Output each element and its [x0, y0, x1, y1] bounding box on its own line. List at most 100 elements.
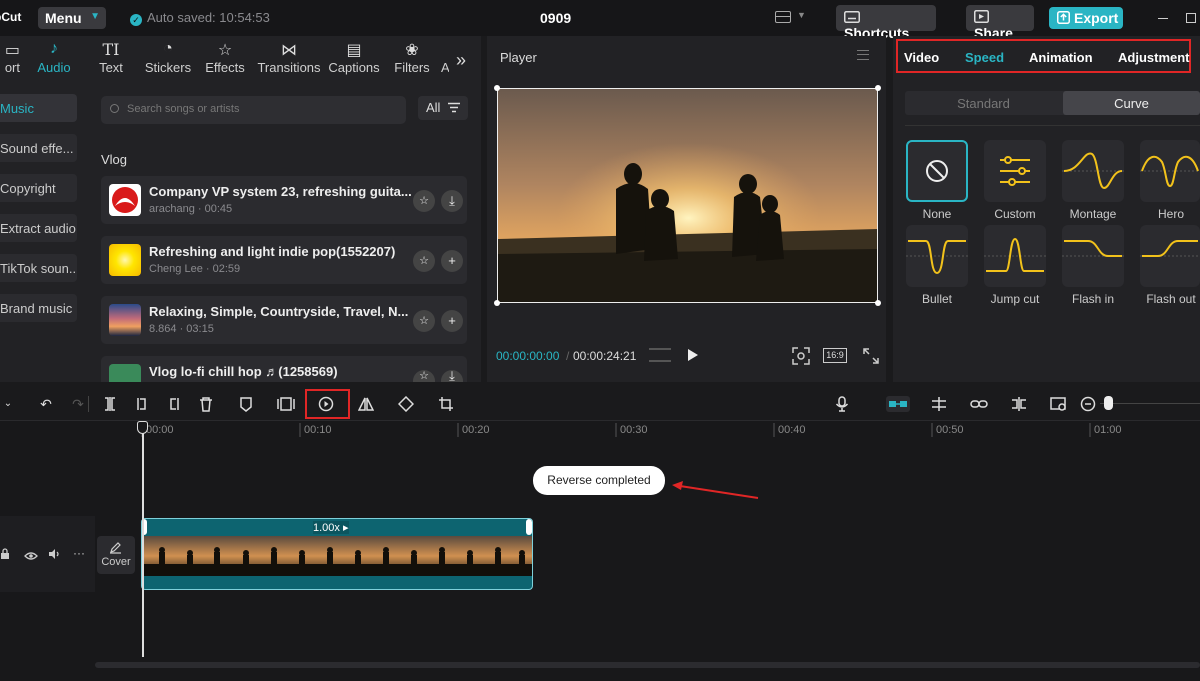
aspect-ratio-button[interactable]: 16:9: [823, 348, 847, 363]
cover-button[interactable]: Cover: [97, 536, 135, 574]
tab-import[interactable]: ▭ ort: [0, 40, 20, 82]
add-icon[interactable]: +: [441, 310, 463, 332]
preset-bullet[interactable]: [906, 225, 968, 287]
standard-mode-button[interactable]: Standard: [905, 91, 1062, 115]
timeline-scrollbar[interactable]: [95, 662, 1200, 668]
fullscreen-fit-icon[interactable]: [792, 347, 810, 365]
zoom-to-fit-icon[interactable]: [1050, 396, 1066, 412]
list-item[interactable]: Relaxing, Simple, Countryside, Travel, N…: [101, 296, 467, 344]
project-name[interactable]: 0909: [540, 10, 571, 26]
tab-video[interactable]: Video: [904, 50, 939, 65]
microphone-icon[interactable]: [834, 396, 850, 412]
delete-icon[interactable]: [198, 396, 214, 412]
sidebar-item-copyright[interactable]: Copyright: [0, 174, 77, 202]
preset-flash-out[interactable]: [1140, 225, 1200, 287]
sidebar-item-brand-music[interactable]: Brand music: [0, 294, 77, 322]
minimize-icon[interactable]: [1158, 18, 1168, 19]
mirror-icon[interactable]: [357, 396, 375, 412]
reverse-icon[interactable]: [318, 396, 334, 412]
share-button[interactable]: Share: [966, 5, 1034, 41]
clip-trim-handle-right[interactable]: [526, 519, 532, 535]
more-options-icon[interactable]: ···: [73, 546, 85, 560]
resize-handle[interactable]: [875, 85, 881, 91]
tab-transitions[interactable]: ⋈ Transitions: [256, 40, 322, 82]
favorite-icon[interactable]: ☆: [413, 370, 435, 382]
fullscreen-icon[interactable]: [863, 348, 879, 364]
filter-button[interactable]: All: [418, 96, 468, 120]
list-item[interactable]: Vlog lo-fi chill hop ♬(1258569) ☆ ⤓: [101, 356, 467, 382]
tab-label: Effects: [205, 60, 245, 75]
play-icon[interactable]: [688, 349, 698, 361]
playhead-handle[interactable]: [137, 421, 148, 434]
split-icon[interactable]: [102, 396, 118, 412]
timeline-view-icon[interactable]: [649, 348, 671, 362]
shortcuts-button[interactable]: Shortcuts: [836, 5, 936, 41]
download-icon[interactable]: ⤓: [441, 369, 463, 382]
sidebar-item-sound-effects[interactable]: Sound effe...: [0, 134, 77, 162]
chevron-down-icon[interactable]: ⌄: [0, 396, 16, 412]
tab-stickers[interactable]: ◔ Stickers: [143, 40, 193, 82]
menu-button[interactable]: Menu ▼: [38, 7, 106, 29]
resize-handle[interactable]: [494, 300, 500, 306]
double-chevron-right-icon[interactable]: »: [456, 50, 466, 71]
chevron-down-icon[interactable]: ▼: [797, 10, 806, 20]
freeze-frame-icon[interactable]: [277, 396, 295, 412]
playhead[interactable]: [142, 424, 144, 657]
zoom-slider-handle[interactable]: [1104, 396, 1113, 410]
maximize-icon[interactable]: [1186, 13, 1196, 23]
tab-more-cut[interactable]: A: [441, 40, 449, 82]
hamburger-menu-icon[interactable]: [857, 50, 869, 60]
auto-snap-icon[interactable]: [930, 396, 946, 412]
preset-jump-cut[interactable]: [984, 225, 1046, 287]
resize-handle[interactable]: [875, 300, 881, 306]
curve-mode-button[interactable]: Curve: [1063, 91, 1200, 115]
mark-icon[interactable]: [238, 396, 254, 412]
tab-text[interactable]: TI Text: [95, 40, 127, 82]
sidebar-item-extract-audio[interactable]: Extract audio: [0, 214, 77, 242]
tab-filters[interactable]: ❀ Filters: [392, 40, 432, 82]
preset-custom[interactable]: [984, 140, 1046, 202]
preview-axis-icon[interactable]: [1010, 396, 1026, 412]
favorite-icon[interactable]: ☆: [413, 310, 435, 332]
preset-montage[interactable]: [1062, 140, 1124, 202]
link-icon[interactable]: [970, 396, 988, 412]
favorite-icon[interactable]: ☆: [413, 250, 435, 272]
trim-right-icon[interactable]: [166, 396, 182, 412]
volume-icon[interactable]: [48, 548, 62, 563]
layout-icon[interactable]: [775, 11, 791, 23]
redo-icon[interactable]: ↷: [70, 396, 86, 412]
zoom-slider-track[interactable]: [1100, 403, 1200, 404]
eye-icon[interactable]: [24, 549, 38, 564]
jump-cut-curve-icon: [984, 237, 1046, 272]
edit-pencil-icon: [110, 542, 121, 554]
resize-handle[interactable]: [494, 85, 500, 91]
favorite-icon[interactable]: ☆: [413, 190, 435, 212]
add-icon[interactable]: +: [441, 250, 463, 272]
preset-none[interactable]: [906, 140, 968, 202]
list-item[interactable]: Refreshing and light indie pop(1552207) …: [101, 236, 467, 284]
main-track-magnet-icon[interactable]: [886, 396, 910, 412]
crop-icon[interactable]: [438, 396, 454, 412]
tab-audio[interactable]: ♪ Audio: [33, 40, 75, 82]
tab-adjustment[interactable]: Adjustment: [1118, 50, 1190, 65]
download-icon[interactable]: ⤓: [441, 190, 463, 212]
list-item[interactable]: Company VP system 23, refreshing guita..…: [101, 176, 467, 224]
video-preview[interactable]: [497, 88, 878, 303]
time-ruler[interactable]: [0, 421, 1200, 439]
export-button[interactable]: Export: [1049, 7, 1123, 29]
tab-label: Audio: [37, 60, 71, 75]
tab-effects[interactable]: ☆ Effects: [203, 40, 247, 82]
trim-left-icon[interactable]: [134, 396, 150, 412]
rotate-icon[interactable]: [397, 395, 415, 413]
zoom-out-icon[interactable]: [1080, 396, 1096, 412]
tab-animation[interactable]: Animation: [1029, 50, 1093, 65]
preset-hero[interactable]: [1140, 140, 1200, 202]
sidebar-item-tiktok-sounds[interactable]: TikTok soun...: [0, 254, 77, 282]
search-input[interactable]: Search songs or artists: [101, 96, 406, 124]
lock-icon[interactable]: [0, 548, 10, 562]
tab-captions[interactable]: ▤ Captions: [326, 40, 382, 82]
undo-icon[interactable]: ↶: [38, 396, 54, 412]
sidebar-item-music[interactable]: Music: [0, 94, 77, 122]
tab-speed[interactable]: Speed: [965, 50, 1004, 65]
preset-flash-in[interactable]: [1062, 225, 1124, 287]
